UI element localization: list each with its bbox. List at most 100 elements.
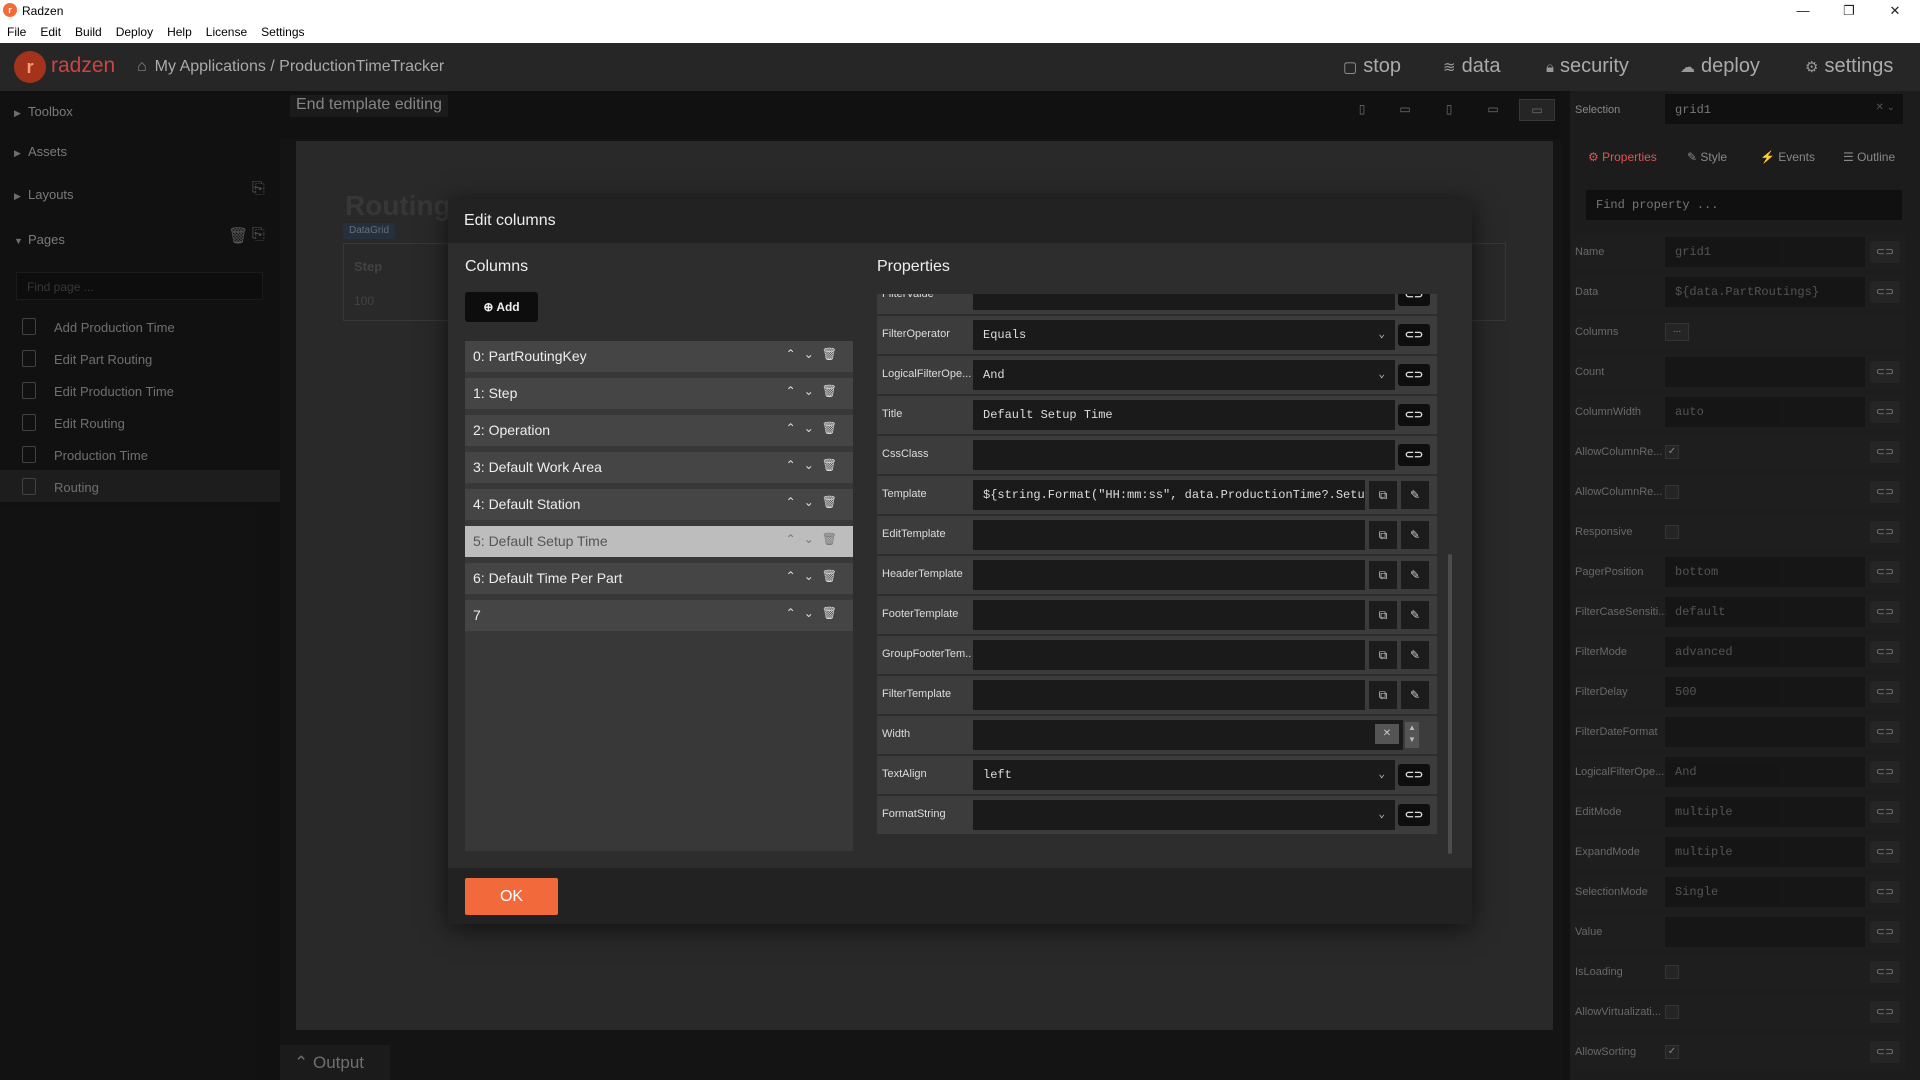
column-item[interactable]: 2: Operation ⌃⌄🗑︎ xyxy=(465,415,853,446)
property-select[interactable]: default xyxy=(1665,597,1865,627)
chevron-up-icon[interactable]: ⌃ xyxy=(786,495,804,509)
property-checkbox[interactable] xyxy=(1665,525,1679,539)
edit-icon[interactable]: ✎ xyxy=(1401,561,1429,589)
property-select[interactable]: bottom xyxy=(1665,557,1865,587)
property-input[interactable] xyxy=(973,640,1365,670)
edit-icon[interactable]: ✎ xyxy=(1401,601,1429,629)
data-binding-icon[interactable]: ⊂⊃ xyxy=(1870,841,1900,863)
stop-button[interactable]: ▢ stop xyxy=(1343,55,1401,78)
column-item[interactable]: 4: Default Station ⌃⌄🗑︎ xyxy=(465,489,853,520)
property-input[interactable] xyxy=(973,560,1365,590)
columns-edit-button[interactable]: ... xyxy=(1665,323,1689,341)
data-binding-icon[interactable]: ⊂⊃ xyxy=(1398,404,1430,426)
menu-edit[interactable]: Edit xyxy=(33,21,68,39)
data-binding-icon[interactable]: ⊂⊃ xyxy=(1398,444,1430,466)
breadcrumb[interactable]: ⌂ My Applications / ProductionTimeTracker xyxy=(137,58,444,76)
data-binding-icon[interactable]: ⊂⊃ xyxy=(1870,281,1900,303)
chevron-down-icon[interactable]: ⌄ xyxy=(804,347,822,361)
deploy-button[interactable]: ☁ deploy xyxy=(1680,55,1760,78)
clear-icon[interactable]: ✕ xyxy=(1375,724,1399,744)
add-column-button[interactable]: ⊕ Add xyxy=(465,292,538,322)
ok-button[interactable]: OK xyxy=(465,878,558,915)
chevron-up-icon[interactable]: ⌃ xyxy=(786,384,804,398)
close-button[interactable]: ✕ xyxy=(1872,0,1918,21)
tab-outline[interactable]: ☰ Outline xyxy=(1843,150,1895,164)
chevron-down-icon[interactable]: ⌄ xyxy=(804,606,822,620)
column-item[interactable]: 3: Default Work Area ⌃⌄🗑︎ xyxy=(465,452,853,483)
chevron-down-icon[interactable]: ⌄ xyxy=(804,384,822,398)
data-binding-icon[interactable]: ⊂⊃ xyxy=(1870,1041,1900,1063)
menu-file[interactable]: File xyxy=(0,21,33,39)
trash-icon[interactable]: 🗑︎ xyxy=(822,421,845,435)
column-item[interactable]: 7 ⌃⌄🗑︎ xyxy=(465,600,853,631)
menu-help[interactable]: Help xyxy=(160,21,199,39)
trash-icon[interactable]: 🗑︎ xyxy=(822,384,845,398)
chevron-up-icon[interactable]: ⌃ xyxy=(786,532,804,546)
property-select[interactable]: Equals ⌄ xyxy=(973,320,1395,350)
property-input[interactable]: 500 xyxy=(1665,677,1865,707)
property-input[interactable] xyxy=(1665,357,1865,387)
chevron-down-icon[interactable]: ⌄ xyxy=(804,421,822,435)
data-binding-icon[interactable]: ⊂⊃ xyxy=(1870,401,1900,423)
data-binding-icon[interactable]: ⊂⊃ xyxy=(1870,561,1900,583)
chevron-down-icon[interactable]: ⌄ xyxy=(804,458,822,472)
trash-icon[interactable]: 🗑︎ xyxy=(822,495,845,509)
edit-icon[interactable]: ✎ xyxy=(1401,641,1429,669)
column-item-selected[interactable]: 5: Default Setup Time ⌃⌄🗑︎ xyxy=(465,526,853,557)
data-button[interactable]: ≋ data xyxy=(1443,55,1501,78)
chevron-up-icon[interactable]: ⌃ xyxy=(786,569,804,583)
selection-select[interactable]: grid1 ✕ ⌄ xyxy=(1665,94,1903,124)
property-checkbox[interactable] xyxy=(1665,1005,1679,1019)
trash-icon[interactable]: 🗑︎ xyxy=(822,606,845,620)
property-input[interactable] xyxy=(973,440,1395,470)
property-select[interactable]: And ⌄ xyxy=(973,360,1395,390)
property-number-input[interactable] xyxy=(973,720,1403,750)
property-checkbox[interactable] xyxy=(1665,485,1679,499)
chevron-up-icon[interactable]: ⌃ xyxy=(786,347,804,361)
data-binding-icon[interactable]: ⊂⊃ xyxy=(1398,364,1430,386)
property-input[interactable] xyxy=(973,520,1365,550)
trash-icon[interactable]: 🗑︎ xyxy=(822,532,845,546)
property-select[interactable]: ⌄ xyxy=(973,800,1395,830)
trash-icon[interactable]: 🗑︎ xyxy=(822,569,845,583)
property-input[interactable] xyxy=(973,600,1365,630)
column-item[interactable]: 6: Default Time Per Part ⌃⌄🗑︎ xyxy=(465,563,853,594)
property-input[interactable]: ${data.PartRoutings} xyxy=(1665,277,1865,307)
properties-scrollbar[interactable] xyxy=(1448,554,1452,854)
menu-settings[interactable]: Settings xyxy=(254,21,311,39)
chevron-up-icon[interactable]: ⌃ xyxy=(786,606,804,620)
data-binding-icon[interactable]: ⊂⊃ xyxy=(1398,294,1430,306)
data-binding-icon[interactable]: ⊂⊃ xyxy=(1870,241,1900,263)
property-select[interactable]: And xyxy=(1665,757,1865,787)
column-item[interactable]: 1: Step ⌃⌄🗑︎ xyxy=(465,378,853,409)
property-select[interactable]: left ⌄ xyxy=(973,760,1395,790)
maximize-button[interactable]: ❐ xyxy=(1826,0,1872,21)
trash-icon[interactable]: 🗑︎ xyxy=(822,458,845,472)
data-binding-icon[interactable]: ⊂⊃ xyxy=(1870,721,1900,743)
chevron-down-icon[interactable]: ⌄ xyxy=(804,532,822,546)
menu-license[interactable]: License xyxy=(199,21,254,39)
data-binding-icon[interactable]: ⊂⊃ xyxy=(1870,961,1900,983)
property-select[interactable]: Single xyxy=(1665,877,1865,907)
property-input[interactable] xyxy=(973,680,1365,710)
data-binding-icon[interactable]: ⊂⊃ xyxy=(1870,601,1900,623)
breadcrumb-text[interactable]: My Applications / ProductionTimeTracker xyxy=(155,58,445,75)
property-input[interactable]: auto xyxy=(1665,397,1865,427)
property-input[interactable]: grid1 xyxy=(1665,237,1865,267)
tab-style[interactable]: ✎ Style xyxy=(1687,150,1727,164)
property-input[interactable] xyxy=(1665,717,1865,747)
edit-icon[interactable]: ✎ xyxy=(1401,521,1429,549)
property-checkbox[interactable] xyxy=(1665,965,1679,979)
property-checkbox[interactable]: ✓ xyxy=(1665,445,1679,459)
property-input[interactable] xyxy=(1665,917,1865,947)
spinner-icon[interactable]: ▲ ▼ xyxy=(1405,722,1419,748)
edit-icon[interactable]: ✎ xyxy=(1401,681,1429,709)
find-property-input[interactable]: Find property ... xyxy=(1586,190,1902,220)
data-binding-icon[interactable]: ⊂⊃ xyxy=(1870,921,1900,943)
property-input[interactable] xyxy=(973,294,1395,310)
data-binding-icon[interactable]: ⊂⊃ xyxy=(1870,761,1900,783)
edit-icon[interactable]: ✎ xyxy=(1401,481,1429,509)
data-binding-icon[interactable]: ⊂⊃ xyxy=(1870,521,1900,543)
property-select[interactable]: advanced xyxy=(1665,637,1865,667)
trash-icon[interactable]: 🗑︎ xyxy=(822,347,845,361)
